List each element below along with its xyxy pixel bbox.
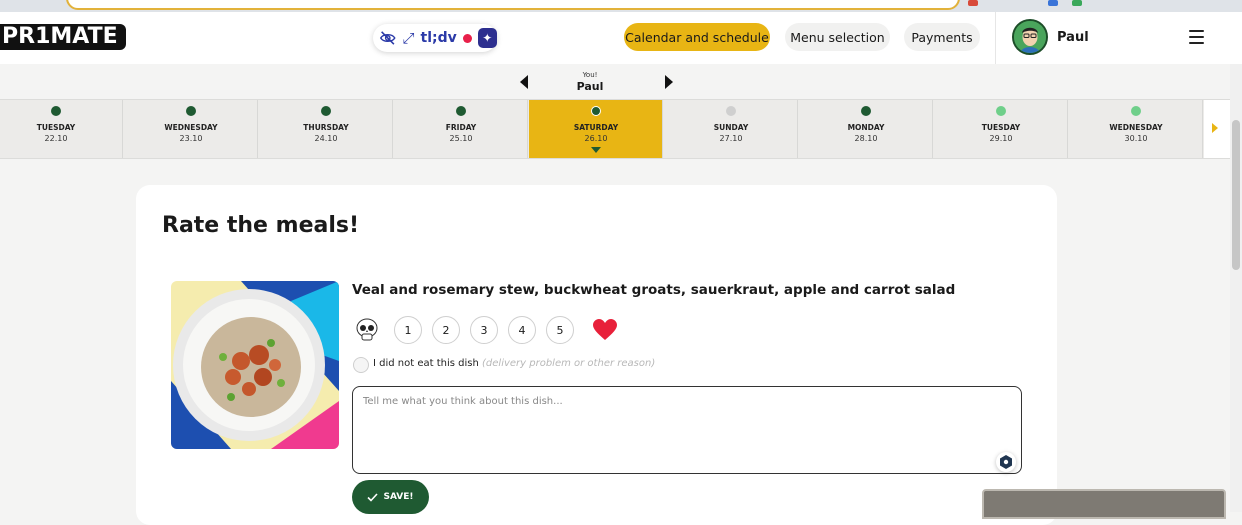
day-date: 26.10 <box>584 134 608 143</box>
eye-off-icon[interactable] <box>379 29 397 47</box>
day-tab[interactable]: WEDNESDAY 23.10 <box>124 100 258 158</box>
day-name: WEDNESDAY <box>164 123 218 132</box>
day-date: 30.10 <box>1124 134 1148 143</box>
day-date: 28.10 <box>854 134 878 143</box>
floating-video-preview[interactable] <box>982 489 1226 519</box>
day-name: SUNDAY <box>713 123 749 132</box>
day-status-dot <box>1131 106 1141 116</box>
next-member-arrow-icon[interactable] <box>665 75 673 89</box>
comment-input[interactable] <box>352 386 1022 474</box>
day-tab[interactable]: SUNDAY 27.10 <box>664 100 798 158</box>
rating-card: Rate the meals! Veal and rosemary stew, … <box>136 185 1057 525</box>
day-tab[interactable]: TUESDAY 22.10 <box>0 100 123 158</box>
rating-option[interactable]: 2 <box>432 316 460 344</box>
day-date: 29.10 <box>989 134 1013 143</box>
save-label: SAVE! <box>383 492 414 502</box>
day-date: 25.10 <box>449 134 473 143</box>
chevron-right-icon <box>1212 123 1218 133</box>
hamburger-menu-icon[interactable] <box>1189 30 1204 44</box>
payments-button[interactable]: Payments <box>904 23 980 51</box>
skull-icon[interactable] <box>354 317 380 343</box>
tldv-extension-bar[interactable]: ⤢ tl;dv ✦ <box>373 24 497 52</box>
day-name: THURSDAY <box>303 123 349 132</box>
page-title: Rate the meals! <box>162 213 360 238</box>
days-next-button[interactable] <box>1204 100 1230 158</box>
site-header: PR1MATE ⤢ tl;dv ✦ Calendar and schedule … <box>0 12 1242 64</box>
day-tab[interactable]: MONDAY 28.10 <box>799 100 933 158</box>
day-name: MONDAY <box>847 123 885 132</box>
day-status-dot <box>726 106 736 116</box>
day-status-dot <box>861 106 871 116</box>
recording-indicator-icon <box>462 33 472 43</box>
day-tab[interactable]: FRIDAY 25.10 <box>394 100 528 158</box>
day-selector: WEDNESDAY 30.10 TUESDAY 29.10 MONDAY 28.10 SUN… <box>0 99 1230 159</box>
meal-name: Veal and rosemary stew, buckwheat groats… <box>352 282 956 298</box>
day-status-dot <box>456 106 466 116</box>
checkmark-icon <box>367 492 379 502</box>
day-date: 22.10 <box>44 134 68 143</box>
meal-image <box>171 281 339 449</box>
current-member-name: Paul <box>576 80 604 93</box>
browser-toolbar-edge <box>0 0 1242 12</box>
day-name: FRIDAY <box>445 123 477 132</box>
not-eaten-label: I did not eat this dish (delivery proble… <box>373 358 655 369</box>
day-tab[interactable]: WEDNESDAY 30.10 <box>1069 100 1203 158</box>
day-date: 27.10 <box>719 134 743 143</box>
day-status-dot <box>591 106 601 116</box>
address-bar[interactable] <box>66 0 960 10</box>
expand-icon[interactable]: ⤢ <box>403 29 415 47</box>
menu-selection-button[interactable]: Menu selection <box>785 23 890 51</box>
you-label: You! <box>582 71 598 79</box>
rating-option[interactable]: 5 <box>546 316 574 344</box>
day-name: SATURDAY <box>573 123 619 132</box>
save-button[interactable]: SAVE! <box>352 480 429 514</box>
day-tab[interactable]: TUESDAY 29.10 <box>934 100 1068 158</box>
day-name: TUESDAY <box>36 123 76 132</box>
day-status-dot <box>51 106 61 116</box>
day-status-dot <box>321 106 331 116</box>
extension-icon[interactable] <box>1072 0 1082 6</box>
rating-option[interactable]: 3 <box>470 316 498 344</box>
extension-icon[interactable] <box>968 0 978 6</box>
day-date: 24.10 <box>314 134 338 143</box>
day-name: TUESDAY <box>981 123 1021 132</box>
user-name[interactable]: Paul <box>1057 30 1089 45</box>
not-eaten-checkbox[interactable] <box>353 357 369 373</box>
rating-option[interactable]: 1 <box>394 316 422 344</box>
avatar-portrait-icon <box>1014 21 1046 53</box>
day-tab[interactable]: THURSDAY 24.10 <box>259 100 393 158</box>
household-member-switcher: You! Paul <box>520 70 673 98</box>
assistant-helper-icon[interactable] <box>996 452 1016 472</box>
rating-option[interactable]: 4 <box>508 316 536 344</box>
user-avatar[interactable] <box>1012 19 1048 55</box>
day-date: 23.10 <box>179 134 203 143</box>
extension-icon[interactable] <box>1048 0 1058 6</box>
site-logo[interactable]: PR1MATE <box>0 24 126 50</box>
scrollbar-thumb[interactable] <box>1232 120 1240 270</box>
calendar-schedule-button[interactable]: Calendar and schedule <box>624 23 770 51</box>
not-eaten-text: I did not eat this dish <box>373 358 479 369</box>
heart-icon[interactable] <box>592 318 618 342</box>
day-tab[interactable]: SATURDAY 26.10 <box>529 100 663 158</box>
selected-day-caret-icon <box>591 147 601 153</box>
header-divider <box>995 12 996 64</box>
app-sparkle-icon[interactable]: ✦ <box>477 28 497 48</box>
not-eaten-hint: (delivery problem or other reason) <box>482 358 656 369</box>
day-name: WEDNESDAY <box>1109 123 1163 132</box>
day-status-dot <box>186 106 196 116</box>
day-status-dot <box>996 106 1006 116</box>
tldv-brand: tl;dv <box>420 30 457 46</box>
